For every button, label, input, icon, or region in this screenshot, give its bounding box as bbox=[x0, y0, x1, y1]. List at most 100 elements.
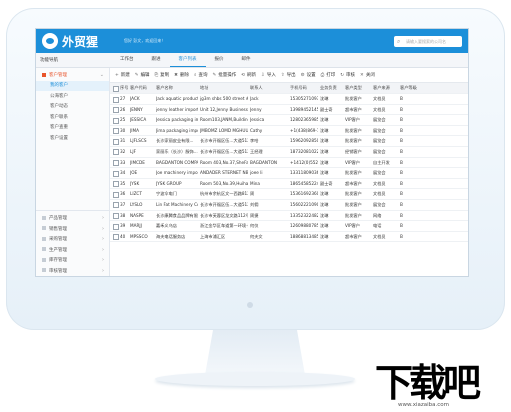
row-checkbox[interactable] bbox=[113, 202, 119, 209]
table-cell: 沈琳 bbox=[320, 127, 329, 133]
table-cell: Unit 12,Jenny Business Park,He... bbox=[200, 106, 248, 112]
table-row[interactable]: 25 JESSICA Jessica packaging import a...Ro… bbox=[110, 115, 468, 126]
column-header[interactable]: 手机号码 bbox=[290, 83, 307, 93]
column-header[interactable]: 客户等级 bbox=[400, 83, 417, 93]
header-search-input[interactable]: ⌕ 请输入要搜索的公司名 bbox=[394, 36, 462, 47]
table-cell: 15602221090 bbox=[290, 201, 318, 207]
sidebar-subitem-4[interactable]: 客户联系 bbox=[36, 113, 109, 123]
sidebar-item-5[interactable]: 生产管理 › bbox=[36, 245, 109, 256]
table-row[interactable]: 31 LJFLSCS 长沙家丽皮业有限... 长沙市开福区伍…大道5123号李哈 159… bbox=[110, 136, 468, 147]
column-header[interactable]: 业务负责 bbox=[320, 83, 337, 93]
row-checkbox[interactable] bbox=[113, 234, 119, 241]
toolbar-button-12[interactable]: ↻ 审核 bbox=[340, 72, 355, 78]
toolbar-icon: ⇧ bbox=[280, 73, 285, 78]
row-checkbox[interactable] bbox=[113, 138, 119, 145]
sidebar-item-4[interactable]: 采购管理 › bbox=[36, 234, 109, 245]
row-checkbox[interactable] bbox=[113, 128, 119, 135]
table-cell: 副士奇 bbox=[320, 106, 333, 112]
tab-2[interactable]: 跟进 bbox=[143, 53, 170, 67]
toolbar-button-8[interactable]: ⇩ 导入 bbox=[261, 72, 276, 78]
toolbar-label: 导入 bbox=[266, 73, 276, 78]
table-cell: 长沙家丽皮业有限... bbox=[156, 138, 194, 144]
sidebar-item-2[interactable]: 产品管理 › bbox=[36, 213, 109, 224]
column-header[interactable]: 客户类型 bbox=[345, 83, 362, 93]
tab-3[interactable]: 客户列表 bbox=[169, 53, 206, 67]
row-checkbox[interactable] bbox=[113, 191, 119, 198]
toolbar-button-11[interactable]: ⎙ 打印 bbox=[321, 72, 336, 78]
table-cell: 周捷 bbox=[250, 212, 259, 218]
sidebar-item-1[interactable]: 客户管理 ⌄ bbox=[36, 70, 109, 81]
column-header[interactable]: 客户来源 bbox=[373, 83, 390, 93]
sidebar-item-6[interactable]: 库存管理 › bbox=[36, 255, 109, 266]
tab-4[interactable]: 报价 bbox=[206, 53, 233, 67]
menu-icon bbox=[42, 268, 46, 272]
row-checkbox[interactable] bbox=[113, 160, 119, 167]
sidebar-item-3[interactable]: 销售管理 › bbox=[36, 224, 109, 235]
toolbar-button-9[interactable]: ⇧ 导出 bbox=[281, 72, 296, 78]
column-header[interactable]: 联系人 bbox=[250, 83, 263, 93]
tab-5[interactable]: 邮件 bbox=[233, 53, 260, 67]
table-cell: 沈琳 bbox=[320, 138, 329, 144]
table-row[interactable]: 34 JOE Joe machinery import and...ANDADER … bbox=[110, 168, 468, 179]
table-row[interactable]: 37 LYSLO Lin Fat Machinery Co...长沙市开福区伍…大道… bbox=[110, 200, 468, 211]
menu-icon bbox=[42, 236, 46, 241]
sidebar-item-7[interactable]: 审核管理 › bbox=[36, 266, 109, 277]
column-header[interactable]: 序号 bbox=[120, 83, 128, 93]
table-cell: 浙江金华区车道第一环境卡号门2号 bbox=[200, 223, 248, 229]
toolbar-button-3[interactable]: ⎘ 复制 bbox=[155, 72, 170, 78]
table-row[interactable]: 36 LIZCT 宁波伞电门 杭州市余杭区文一西路812号周 15361692360沈琳… bbox=[110, 189, 468, 200]
sidebar-subitem-2[interactable]: 公海客户 bbox=[36, 92, 109, 102]
table-cell: 长沙康腾食品品牌有限公司 bbox=[156, 212, 198, 218]
table-cell: 文档员 bbox=[373, 106, 386, 112]
table-row[interactable]: 33 JIMCDE BAGDANTON COMPANYRoom 403,No.37,… bbox=[110, 158, 468, 169]
column-header[interactable]: 客户代码 bbox=[130, 83, 147, 93]
row-checkbox[interactable] bbox=[113, 170, 119, 177]
toolbar-button-10[interactable]: ⚙ 设置 bbox=[301, 72, 316, 78]
customer-table: 序号 客户代码 客户名称 地址 联系人 手机号码 业务负责 客户类型 客户来源 客户等级 27 JAC… bbox=[110, 83, 468, 243]
toolbar-button-5[interactable]: ⌕ 查询 bbox=[194, 72, 208, 78]
table-row[interactable]: 40 MPSSCO 海夫电话服务店 上海市浦汇区 何夫文 18868813485 沈琳 超市客… bbox=[110, 232, 468, 243]
select-all-checkbox[interactable] bbox=[113, 85, 119, 92]
table-row[interactable]: 35 JYSK JYSK GROUP Room 503,No.39,Huihai Wa… bbox=[110, 179, 468, 190]
row-checkbox[interactable] bbox=[113, 181, 119, 188]
toolbar-button-13[interactable]: ✕ 关闭 bbox=[360, 72, 375, 78]
sidebar-item-label: 库存管理 bbox=[49, 258, 67, 263]
row-checkbox[interactable] bbox=[113, 223, 119, 230]
table-cell: 上海市浦汇区 bbox=[200, 233, 226, 239]
table-cell: Room 403,No.37,SheFan Road... bbox=[200, 159, 248, 165]
row-checkbox[interactable] bbox=[113, 107, 119, 114]
table-cell: 沈琳 bbox=[320, 212, 329, 218]
toolbar-button-6[interactable]: ✎ 批量操作 bbox=[212, 72, 236, 78]
table-row[interactable]: 30 JIMA Jima packaging import an...JMBOMZ … bbox=[110, 126, 468, 137]
row-checkbox[interactable] bbox=[113, 117, 119, 124]
toolbar-button-7[interactable]: ⟲ 刷新 bbox=[241, 72, 256, 78]
sidebar-subitem-3[interactable]: 客户动态 bbox=[36, 102, 109, 112]
table-cell: Jima packaging import an... bbox=[156, 127, 198, 133]
row-checkbox[interactable] bbox=[113, 96, 119, 103]
column-header[interactable]: 地址 bbox=[200, 83, 208, 93]
column-header[interactable]: 客户名称 bbox=[156, 83, 173, 93]
table-row[interactable]: 38 NASPE 长沙康腾食品品牌有限公司长沙市芙蓉区龙文路112号周捷 133523… bbox=[110, 211, 468, 222]
sidebar-subitem-6[interactable]: 客户设置 bbox=[36, 134, 109, 144]
sidebar-subitem-5[interactable]: 客户查重 bbox=[36, 123, 109, 133]
sidebar-item-label: 客户管理 bbox=[49, 73, 67, 78]
toolbar-icon: ⟲ bbox=[241, 73, 246, 78]
tab-1[interactable]: 工作台 bbox=[111, 53, 143, 67]
toolbar-button-1[interactable]: + 新建 bbox=[115, 72, 130, 78]
toolbar-button-4[interactable]: ✖ 删除 bbox=[174, 72, 189, 78]
toolbar-button-2[interactable]: ✎ 编辑 bbox=[135, 72, 150, 78]
table-row[interactable]: 32 LJF 家丽乐（长沙）服饰...长沙市开福区伍…大道5123号王经理 18732… bbox=[110, 147, 468, 158]
table-row[interactable]: 27 JACK Jack aquatic products im...jg3m sh… bbox=[110, 94, 468, 105]
table-cell: MARJJ bbox=[130, 223, 142, 229]
table-cell: JMBOMZ LOMD MGHUU S... bbox=[200, 127, 248, 133]
tab-bar: 功能导航 工作台 跟进 客户列表 报价 邮件 bbox=[36, 53, 468, 68]
row-checkbox[interactable] bbox=[113, 149, 119, 156]
row-checkbox[interactable] bbox=[113, 213, 119, 220]
table-cell: 嘉禾义乌店 bbox=[156, 223, 177, 229]
table-cell: 沈琳 bbox=[320, 148, 329, 154]
toolbar-icon: ↻ bbox=[340, 73, 345, 78]
table-row[interactable]: 26 JENNY jenny leather import and...Unit 1… bbox=[110, 105, 468, 116]
table-row[interactable]: 39 MARJJ 嘉禾义乌店 浙江金华区车道第一环境卡号门2号何仪 1260988078… bbox=[110, 221, 468, 232]
toolbar-label: 编辑 bbox=[140, 73, 150, 78]
sidebar-subitem-1[interactable]: 我的客户 bbox=[36, 81, 109, 91]
